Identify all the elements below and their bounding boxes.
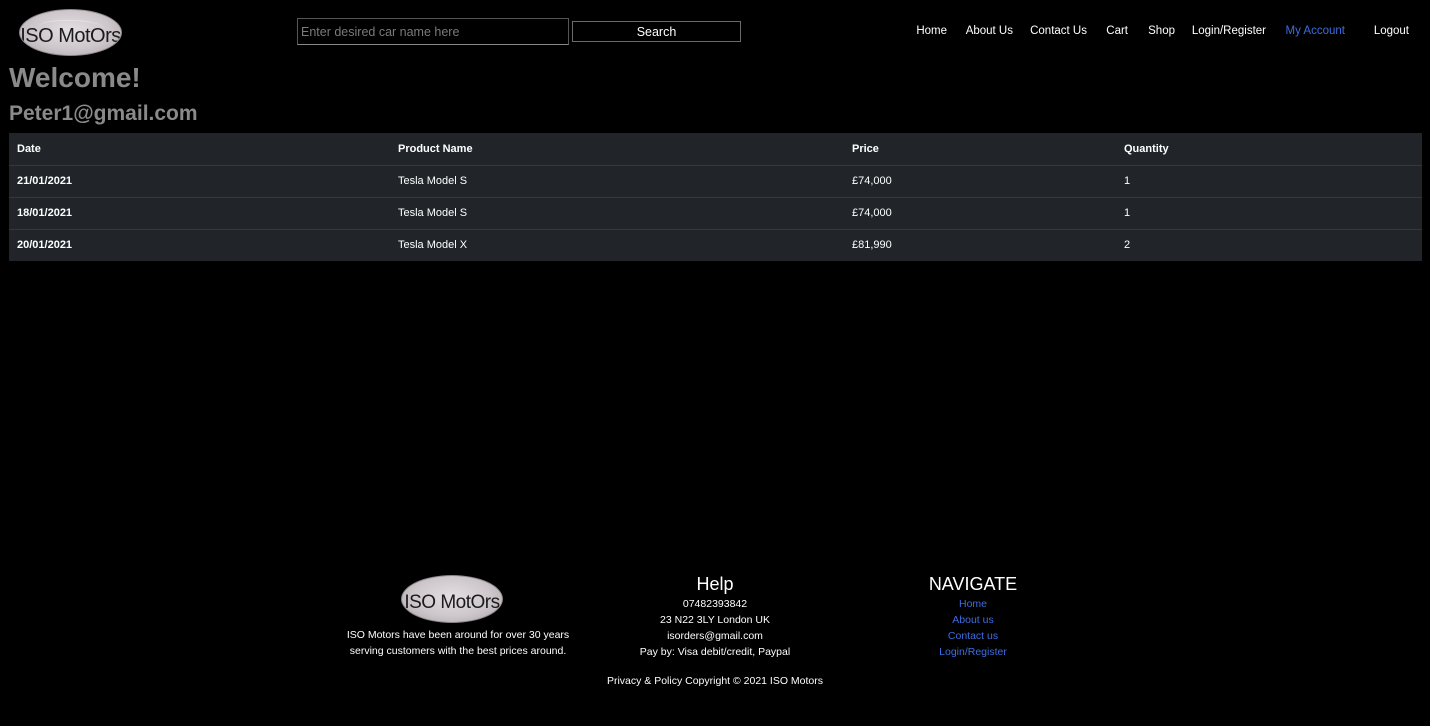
welcome-heading: Welcome! [9, 62, 141, 93]
footer-address: 23 N22 3LY London UK [660, 614, 770, 626]
nav-login-register[interactable]: Login/Register [1192, 25, 1266, 37]
nav-contact-us[interactable]: Contact Us [1030, 25, 1087, 37]
search-input[interactable] [297, 18, 569, 45]
order-date: 20/01/2021 [9, 228, 390, 261]
footer-about-line: serving customers with the best prices a… [349, 645, 567, 657]
footer-link-contact-us[interactable]: Contact us [893, 628, 1053, 644]
order-price: £74,000 [844, 196, 1116, 229]
footer-email: isorders@gmail.com [667, 630, 763, 642]
nav-my-account[interactable]: My Account [1286, 25, 1345, 37]
order-date: 18/01/2021 [9, 196, 390, 229]
order-date: 21/01/2021 [9, 164, 390, 197]
order-product: Tesla Model S [390, 164, 844, 197]
order-quantity: 1 [1116, 164, 1422, 197]
table-row: 18/01/2021 Tesla Model S £74,000 1 [9, 196, 1422, 229]
footer-link-login-register[interactable]: Login/Register [893, 644, 1053, 660]
order-quantity: 2 [1116, 228, 1422, 261]
nav-about-us[interactable]: About Us [966, 25, 1013, 37]
table-header-row: Date Product Name Price Quantity [9, 133, 1422, 165]
orders-table: Date Product Name Price Quantity 21/01/2… [9, 133, 1422, 261]
order-product: Tesla Model S [390, 196, 844, 229]
footer-about-line: ISO Motors have been around for over 30 … [346, 629, 570, 641]
nav-cart[interactable]: Cart [1106, 25, 1128, 37]
footer-link-about-us[interactable]: About us [893, 612, 1053, 628]
order-price: £81,990 [844, 228, 1116, 261]
nav-home[interactable]: Home [916, 25, 947, 37]
iso-motors-logo[interactable]: ISO MotOrs [19, 9, 122, 56]
table-row: 21/01/2021 Tesla Model S £74,000 1 [9, 164, 1422, 197]
footer-copyright: Privacy & Policy Copyright © 2021 ISO Mo… [606, 675, 824, 687]
footer-phone: 07482393842 [682, 598, 748, 610]
order-product: Tesla Model X [390, 228, 844, 261]
search-button[interactable]: Search [572, 21, 741, 42]
column-header-price: Price [852, 142, 879, 155]
footer-navigate-section: NAVIGATE Home About us Contact us Login/… [893, 572, 1053, 660]
nav-shop[interactable]: Shop [1148, 25, 1175, 37]
order-price: £74,000 [844, 164, 1116, 197]
table-row: 20/01/2021 Tesla Model X £81,990 2 [9, 228, 1422, 261]
user-email: Peter1@gmail.com [9, 102, 198, 125]
site-header: ISO MotOrs Search Home About Us Contact … [0, 0, 1430, 64]
footer-navigate-title: NAVIGATE [928, 574, 1018, 594]
footer-help-section: Help 07482393842 23 N22 3LY London UK is… [615, 572, 815, 660]
column-header-date: Date [17, 142, 41, 155]
column-header-product-name: Product Name [398, 142, 473, 155]
footer-help-title: Help [696, 574, 734, 594]
logo-text: ISO MotOrs [20, 25, 121, 47]
footer-link-home[interactable]: Home [893, 596, 1053, 612]
footer-logo: ISO MotOrs [401, 575, 503, 623]
footer-logo-text: ISO MotOrs [404, 592, 500, 613]
order-quantity: 1 [1116, 196, 1422, 229]
footer-payment: Pay by: Visa debit/credit, Paypal [639, 646, 791, 658]
nav-logout[interactable]: Logout [1374, 25, 1409, 37]
footer-about-text: ISO Motors have been around for over 30 … [338, 627, 578, 659]
column-header-quantity: Quantity [1124, 142, 1169, 155]
